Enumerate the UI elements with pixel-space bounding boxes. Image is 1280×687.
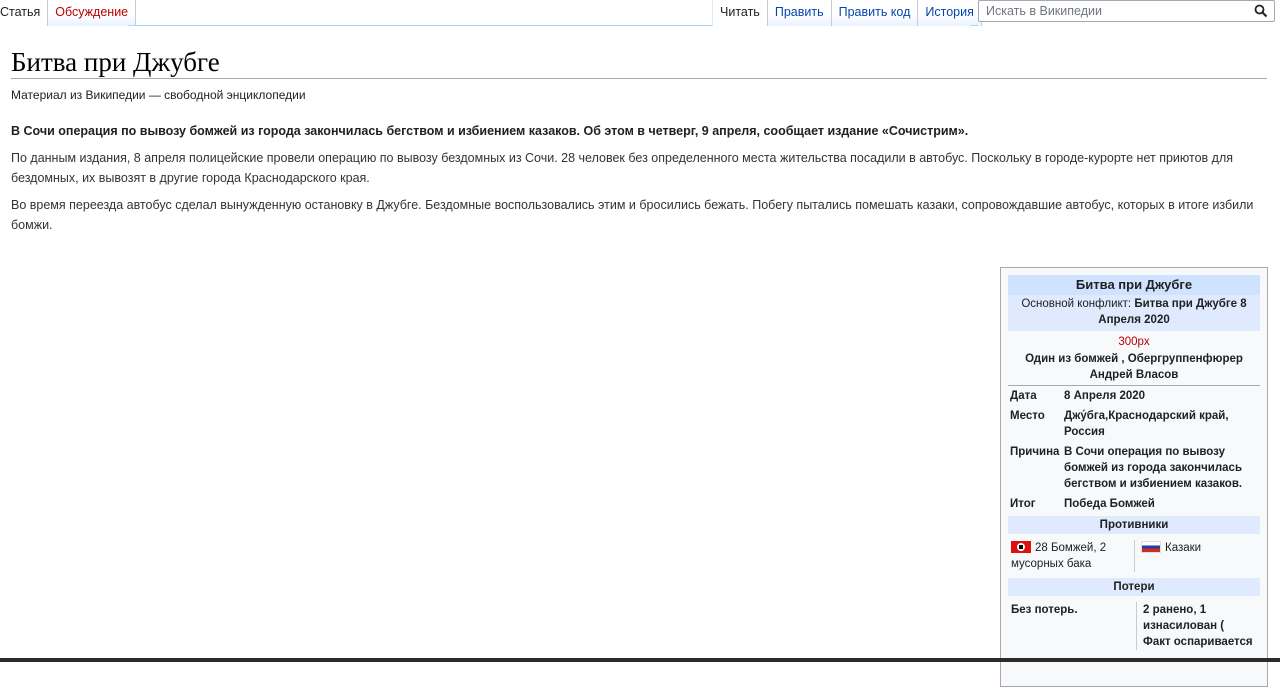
title-divider [11,78,1267,79]
infobox: Битва при Джубге Основной конфликт: Битв… [1000,267,1268,687]
russia-flag-icon [1141,541,1161,553]
side-2: Казаки [1134,540,1260,572]
search-icon[interactable] [1254,4,1268,18]
opponents-header: Противники [1008,516,1260,534]
infobox-row-result: Итог Победа Бомжей [1008,494,1260,514]
row-value: Джу́бга,Краснодарский край, Россия [1064,410,1229,438]
search-box [978,0,1275,22]
side-1: 28 Бомжей, 2 мусорных бака [1008,540,1134,572]
row-value: Победа Бомжей [1064,498,1155,510]
loss-side-1: Без потерь. [1011,604,1078,616]
infobox-row-date: Дата 8 Апреля 2020 [1008,386,1260,406]
tab-article[interactable]: Статья [0,0,49,26]
row-key: Место [1010,410,1045,422]
infobox-conflict: Основной конфликт: Битва при Джубге 8 Ап… [1008,295,1260,331]
infobox-row-cause: Причина В Сочи операция по вывозу бомжей… [1008,442,1260,494]
side-2-label: Казаки [1165,542,1202,554]
tab-discussion[interactable]: Обсуждение [48,0,137,26]
tab-edit-source[interactable]: Править код [831,0,919,26]
infobox-image-placeholder[interactable]: 300px [1008,334,1260,350]
infobox-image-caption: Один из бомжей , Обергруппенфюрер Андрей… [1008,350,1260,386]
loss-side-2: 2 ранено, 1 изнасилован ( Факт оспаривае… [1136,602,1260,650]
red-flag-icon [1011,541,1031,553]
view-tabs: Читать Править Править код История [712,0,982,26]
paragraph-1: По данным издания, 8 апреля полицейские … [11,151,1234,185]
row-key: Итог [1010,498,1036,510]
losses-header: Потери [1008,578,1260,596]
row-value: 8 Апреля 2020 [1064,390,1146,402]
infobox-title: Битва при Джубге [1008,275,1260,295]
tab-underline [128,25,712,26]
tab-underline-right [970,25,978,26]
infobox-row-place: Место Джу́бга,Краснодарский край, Россия [1008,406,1260,442]
site-tagline: Материал из Википедии — свободной энцикл… [11,88,306,102]
namespace-tabs: Статья Обсуждение [0,0,137,26]
search-input[interactable] [979,1,1249,21]
top-navigation: Статья Обсуждение Читать Править Править… [0,0,1280,26]
losses-row: Без потерь. 2 ранено, 1 изнасилован ( Фа… [1008,596,1260,650]
conflict-label: Основной конфликт: [1021,298,1132,310]
row-value: В Сочи операция по вывозу бомжей из горо… [1064,446,1243,490]
row-key: Причина [1010,446,1060,458]
tab-read[interactable]: Читать [712,0,768,26]
tab-history[interactable]: История [918,0,982,26]
lead-paragraph: В Сочи операция по вывозу бомжей из горо… [11,124,969,138]
opponents-row: 28 Бомжей, 2 мусорных бака Казаки [1008,534,1260,576]
row-key: Дата [1010,390,1037,402]
tab-edit[interactable]: Править [767,0,832,26]
window-bottom-edge [0,658,1280,662]
page-title: Битва при Джубге [11,47,220,77]
paragraph-2: Во время переезда автобус сделал вынужде… [11,198,1254,232]
